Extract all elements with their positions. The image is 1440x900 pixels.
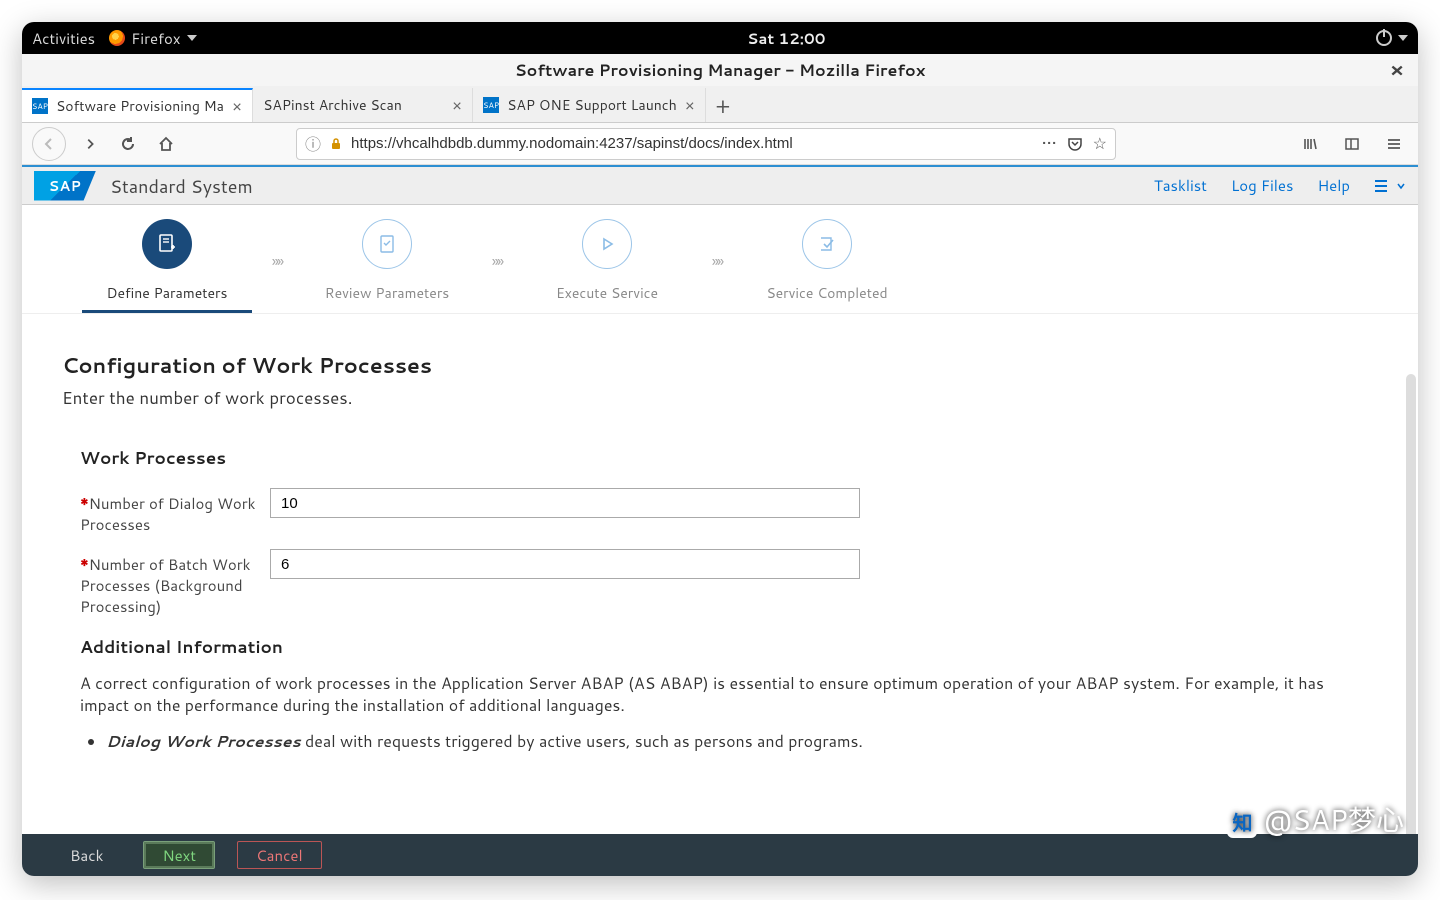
tab-label: SAPinst Archive Scan [263, 95, 402, 115]
field-label: *Number of Batch Work Processes (Backgro… [80, 549, 270, 617]
step-define-parameters[interactable]: Define Parameters [82, 219, 252, 303]
gnome-app-label: Firefox [131, 28, 180, 49]
library-icon[interactable] [1296, 130, 1324, 158]
field-batch-wp: *Number of Batch Work Processes (Backgro… [80, 549, 1378, 617]
step-service-completed[interactable]: Service Completed [742, 219, 912, 303]
info-heading: Additional Information [80, 635, 1378, 659]
sap-logo: SAP [34, 171, 96, 201]
tab-software-provisioning[interactable]: SAP Software Provisioning Ma × [22, 88, 253, 122]
chevron-down-icon[interactable] [1398, 35, 1408, 41]
scrollbar[interactable] [1406, 374, 1416, 834]
page-subtitle: Enter the number of work processes. [62, 386, 1378, 410]
more-icon[interactable]: ••• [1042, 132, 1057, 155]
field-label: *Number of Dialog Work Processes [80, 488, 270, 535]
reload-button[interactable] [114, 130, 142, 158]
gnome-clock[interactable]: Sat 12:00 [197, 28, 1376, 49]
tasklist-link[interactable]: Tasklist [1154, 175, 1207, 196]
tab-close-icon[interactable]: × [685, 94, 695, 117]
info-list-item: Dialog Work Processes deal with requests… [106, 730, 1378, 753]
window-title-bar: Software Provisioning Manager - Mozilla … [22, 54, 1418, 86]
nav-toolbar: ⓘ ••• ☆ [22, 123, 1418, 165]
firefox-icon [109, 30, 125, 46]
logfiles-link[interactable]: Log Files [1231, 175, 1294, 196]
tab-close-icon[interactable]: × [452, 94, 462, 117]
url-bar[interactable]: ⓘ ••• ☆ [296, 128, 1116, 160]
step-label: Service Completed [766, 283, 887, 303]
gnome-app-menu[interactable]: Firefox [109, 28, 196, 49]
sap-favicon: SAP [32, 98, 48, 114]
pocket-icon[interactable] [1067, 136, 1083, 152]
step-label: Review Parameters [325, 283, 450, 303]
chevron-right-icon: »» [692, 250, 742, 273]
footer-bar: Back Next Cancel [22, 834, 1418, 876]
back-button[interactable]: Back [52, 841, 121, 869]
tab-sap-one-support[interactable]: SAP SAP ONE Support Launch × [473, 88, 706, 122]
window-close-button[interactable]: × [1390, 56, 1404, 84]
sap-header: SAP Standard System Tasklist Log Files H… [22, 165, 1418, 205]
back-button[interactable] [32, 127, 66, 161]
main-content: Configuration of Work Processes Enter th… [22, 314, 1418, 834]
power-icon[interactable] [1376, 30, 1392, 46]
step-label: Define Parameters [107, 283, 228, 303]
chevron-right-icon: »» [252, 250, 302, 273]
wizard-steps: Define Parameters »» Review Parameters »… [22, 205, 1418, 314]
new-tab-button[interactable]: + [706, 91, 740, 122]
field-dialog-wp: *Number of Dialog Work Processes [80, 488, 1378, 535]
dialog-wp-input[interactable] [270, 488, 860, 518]
window-title: Software Provisioning Manager - Mozilla … [515, 59, 926, 82]
url-input[interactable] [351, 135, 1034, 152]
tab-label: SAP ONE Support Launch [507, 95, 677, 115]
info-paragraph: A correct configuration of work processe… [80, 673, 1360, 716]
page-title: Configuration of Work Processes [62, 350, 1378, 380]
batch-wp-input[interactable] [270, 549, 860, 579]
step-label: Execute Service [556, 283, 658, 303]
chevron-down-icon [187, 35, 197, 41]
header-menu-button[interactable] [1374, 179, 1406, 193]
info-icon[interactable]: ⓘ [305, 131, 321, 156]
security-warning-icon[interactable] [329, 137, 343, 151]
chevron-right-icon: »» [472, 250, 522, 273]
tab-label: Software Provisioning Ma [56, 96, 224, 116]
check-square-icon [802, 219, 852, 269]
tab-strip: SAP Software Provisioning Ma × SAPinst A… [22, 86, 1418, 123]
next-button[interactable]: Next [143, 841, 215, 869]
info-list: Dialog Work Processes deal with requests… [106, 730, 1378, 753]
gnome-top-bar: Activities Firefox Sat 12:00 [22, 22, 1418, 54]
sap-favicon: SAP [483, 97, 499, 113]
help-link[interactable]: Help [1317, 175, 1350, 196]
forward-button[interactable] [76, 130, 104, 158]
gnome-activities[interactable]: Activities [32, 28, 95, 49]
section-title: Work Processes [80, 446, 1378, 470]
sidebar-icon[interactable] [1338, 130, 1366, 158]
checklist-icon [362, 219, 412, 269]
hamburger-menu-icon[interactable] [1380, 130, 1408, 158]
play-icon [582, 219, 632, 269]
document-plus-icon [142, 219, 192, 269]
step-review-parameters[interactable]: Review Parameters [302, 219, 472, 303]
system-title: Standard System [110, 173, 253, 199]
step-execute-service[interactable]: Execute Service [522, 219, 692, 303]
cancel-button[interactable]: Cancel [237, 841, 322, 869]
tab-close-icon[interactable]: × [232, 95, 242, 118]
home-button[interactable] [152, 130, 180, 158]
star-icon[interactable]: ☆ [1093, 132, 1107, 155]
tab-sapinst-archive[interactable]: SAPinst Archive Scan × [253, 88, 473, 122]
